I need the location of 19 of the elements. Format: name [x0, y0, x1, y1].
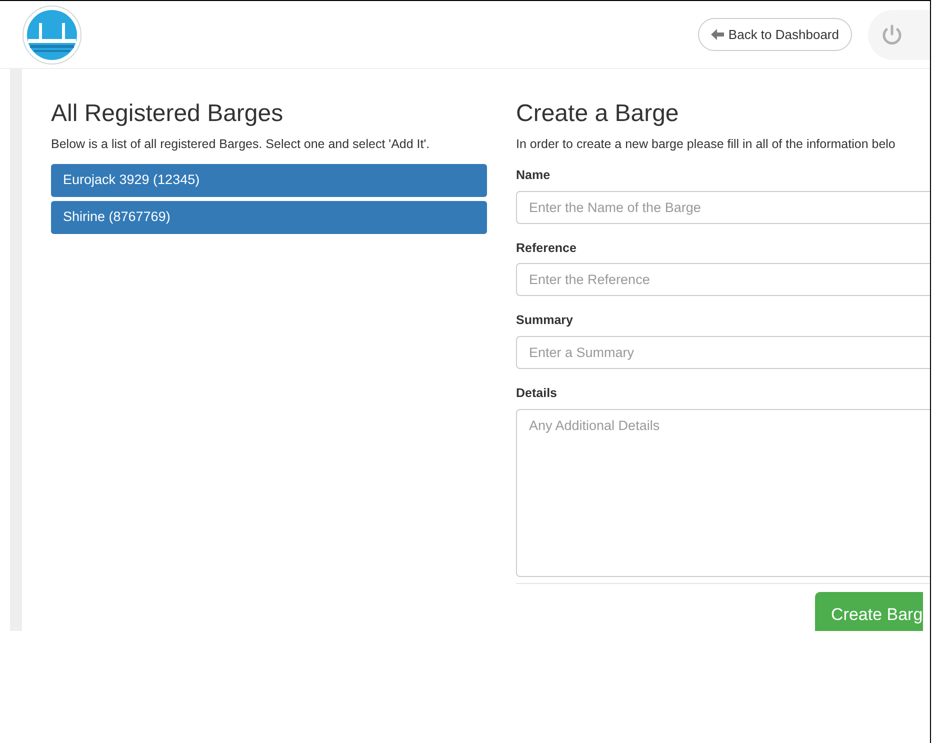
- power-icon[interactable]: [880, 22, 904, 46]
- create-barge-button[interactable]: Create Barg: [815, 592, 923, 631]
- form-title: Create a Barge: [516, 99, 680, 129]
- details-field[interactable]: Any Additional Details: [516, 408, 930, 577]
- input-field[interactable]: Enter a Summary: [516, 336, 930, 369]
- field-label: Reference: [516, 240, 578, 256]
- barges-intro: Below is a list of all registered Barges. Select one and select 'Add It'.: [51, 136, 431, 153]
- field-label: Details: [516, 385, 558, 402]
- input-field[interactable]: Enter the Reference: [516, 263, 930, 296]
- logo-icon: [22, 4, 82, 64]
- arrow-left-icon: [711, 29, 724, 40]
- input-field[interactable]: Enter the Name of the Barge: [516, 190, 930, 224]
- form-intro: In order to create a new barge please fill in all of the information belo: [516, 136, 896, 153]
- barge-list-item[interactable]: Eurojack 3929 (12345): [51, 164, 487, 197]
- barges-title: All Registered Barges: [51, 99, 284, 129]
- field-label: Summary: [516, 312, 574, 330]
- field-label: Name: [516, 166, 552, 184]
- barge-list-item[interactable]: Shirine (8767769): [51, 200, 487, 234]
- back-to-dashboard-button[interactable]: Back to Dashboard: [698, 18, 852, 52]
